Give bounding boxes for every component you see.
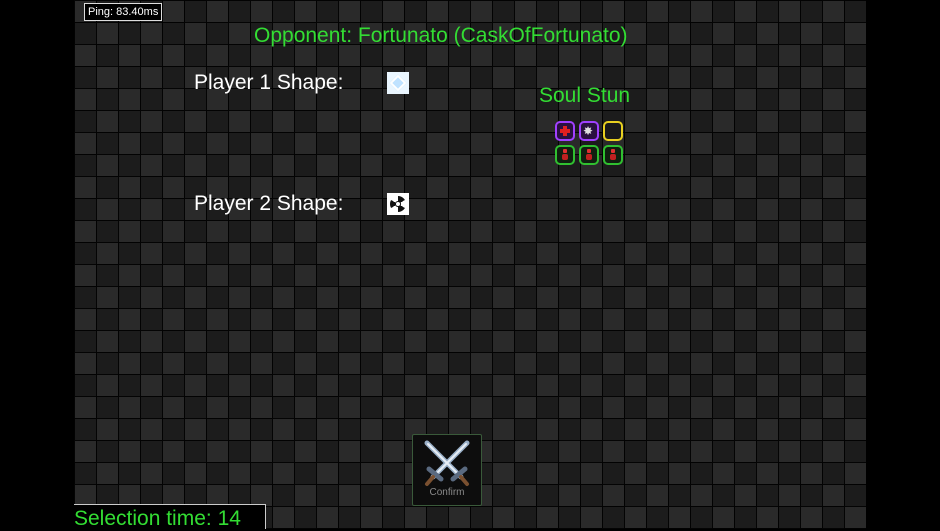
ability-slot-2[interactable]: ✸ — [579, 121, 599, 141]
diamond-icon — [387, 72, 409, 94]
ping-display: Ping: 83.40ms — [84, 3, 163, 21]
crossed-swords-icon — [424, 440, 470, 486]
ability-slot-5[interactable] — [579, 145, 599, 165]
selection-time-text: Selection time: 14 — [74, 507, 241, 530]
player1-shape-label: Player 1 Shape: — [194, 71, 344, 94]
red-rune-icon — [585, 149, 593, 161]
red-rune-icon — [609, 149, 617, 161]
radiation-icon — [387, 193, 409, 215]
ability-slot-1[interactable] — [555, 121, 575, 141]
selection-timer: Selection time: 14 — [74, 504, 266, 530]
ability-slot-4[interactable] — [555, 145, 575, 165]
player2-shape-label: Player 2 Shape: — [194, 192, 344, 215]
confirm-label: Confirm — [429, 487, 465, 498]
red-cross-icon — [560, 126, 570, 136]
confirm-button[interactable]: Confirm — [412, 434, 482, 506]
opponent-name: Opponent: Fortunato (CaskOfFortunato) — [254, 24, 628, 47]
ability-name: Soul Stun — [539, 84, 631, 107]
ability-slot-6[interactable] — [603, 145, 623, 165]
star-icon: ✸ — [583, 124, 594, 138]
red-rune-icon — [561, 149, 569, 161]
ability-slot-3[interactable] — [603, 121, 623, 141]
